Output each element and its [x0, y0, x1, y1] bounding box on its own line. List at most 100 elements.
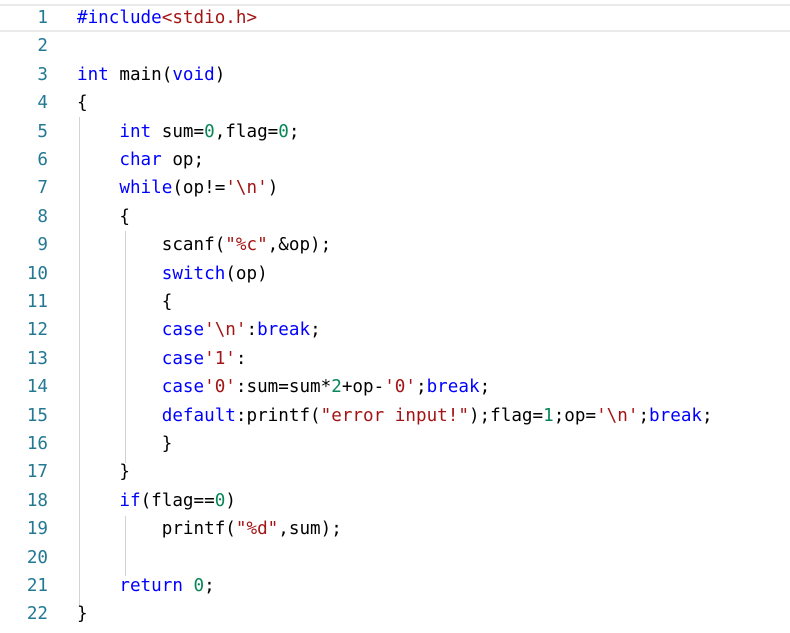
- code-text: case'\n':break;: [77, 316, 321, 344]
- code-text: case'1':: [77, 345, 247, 373]
- code-text: char op;: [77, 146, 204, 174]
- code-line[interactable]: 21 return 0;: [0, 572, 790, 600]
- code-token: scanf(: [77, 235, 226, 256]
- code-token: :sum=sum*: [235, 377, 332, 398]
- code-token: ;: [310, 320, 321, 341]
- line-number: 6: [37, 150, 48, 170]
- code-token: break: [257, 320, 311, 341]
- code-token: (op!=: [172, 178, 226, 199]
- code-token: 0: [278, 121, 289, 142]
- code-line[interactable]: 14 case'0':sum=sum*2+op-'0';break;: [0, 373, 790, 401]
- code-line[interactable]: 15 default:printf("error input!");flag=1…: [0, 402, 790, 430]
- code-text: if(flag==0): [77, 487, 236, 515]
- code-line[interactable]: 22}: [0, 600, 790, 628]
- code-token: :: [246, 320, 258, 341]
- line-number: 3: [37, 64, 48, 85]
- code-text: int sum=0,flag=0;: [77, 118, 299, 146]
- code-token: case: [161, 377, 205, 398]
- code-token: (flag==: [140, 490, 215, 511]
- code-token: ;op=: [553, 405, 597, 426]
- code-token: op;: [161, 150, 205, 170]
- code-token: }: [77, 604, 88, 625]
- line-number: 15: [26, 405, 48, 426]
- code-token: <stdio.h>: [161, 8, 258, 28]
- line-number: 19: [26, 519, 48, 540]
- code-token: "error input!": [320, 405, 469, 426]
- code-text: {: [77, 203, 130, 231]
- code-line[interactable]: 16 }: [0, 430, 790, 458]
- code-text: default:printf("error input!");flag=1;op…: [77, 402, 713, 430]
- code-token: :: [235, 348, 247, 369]
- code-token: '0': [204, 377, 236, 398]
- line-number: 20: [26, 547, 48, 568]
- code-line[interactable]: 10 switch(op): [0, 260, 790, 288]
- code-token: :printf(: [235, 405, 321, 426]
- code-line[interactable]: 9 scanf("%c",&op);: [0, 231, 790, 259]
- line-number: 13: [26, 348, 48, 369]
- code-text: case'0':sum=sum*2+op-'0';break;: [77, 373, 490, 401]
- code-token: 1: [543, 405, 554, 426]
- code-text: }: [77, 430, 173, 458]
- code-text: {: [77, 288, 173, 316]
- code-line[interactable]: 18 if(flag==0): [0, 487, 790, 515]
- line-number: 21: [26, 576, 48, 596]
- line-number: 16: [26, 434, 48, 454]
- code-token: if: [119, 490, 141, 511]
- code-token: break: [426, 377, 480, 398]
- code-token: }: [77, 434, 173, 454]
- code-token: ,flag=: [214, 121, 279, 142]
- code-line[interactable]: 3 int main(void): [0, 61, 790, 89]
- code-token: case: [161, 320, 205, 341]
- code-token: ;: [638, 405, 650, 426]
- code-line[interactable]: 19 printf("%d",sum);: [0, 515, 790, 543]
- line-number: 7: [37, 178, 48, 199]
- code-token: int: [77, 64, 109, 85]
- code-editor[interactable]: 1 #include<stdio.h> 2 3 int main(void) 4{5 in…: [0, 0, 790, 633]
- code-token: printf(: [77, 519, 236, 540]
- code-token: main(: [108, 64, 173, 85]
- code-line[interactable]: 13 case'1':: [0, 345, 790, 373]
- line-number: 12: [26, 320, 48, 341]
- code-text: printf("%d",sum);: [77, 515, 342, 543]
- code-token: (op): [225, 263, 268, 284]
- line-number: 11: [26, 292, 48, 312]
- code-line[interactable]: 7 while(op!='\n'): [0, 174, 790, 202]
- code-token: "%d": [235, 519, 279, 540]
- line-number: 18: [26, 490, 48, 511]
- code-token: '\n': [225, 178, 268, 199]
- code-line[interactable]: 8 {: [0, 203, 790, 231]
- code-line[interactable]: 5 int sum=0,flag=0;: [0, 118, 790, 146]
- line-number: 10: [26, 263, 48, 284]
- code-line[interactable]: 4{: [0, 89, 790, 117]
- code-token: void: [172, 64, 215, 85]
- code-line-current[interactable]: 1 #include<stdio.h>: [0, 4, 790, 32]
- code-token: break: [649, 405, 703, 426]
- code-token: '0': [384, 377, 416, 398]
- code-text: #include<stdio.h>: [77, 6, 257, 30]
- code-token: }: [77, 462, 130, 483]
- line-number: 2: [37, 36, 48, 57]
- code-line[interactable]: 11 {: [0, 288, 790, 316]
- code-token: {: [77, 206, 130, 227]
- code-token: while: [119, 178, 173, 199]
- code-token: +op-: [341, 377, 385, 398]
- code-token: ;: [204, 576, 215, 596]
- code-text: }: [77, 600, 88, 628]
- code-token: case: [161, 348, 205, 369]
- code-line[interactable]: 12 case'\n':break;: [0, 316, 790, 344]
- code-text: switch(op): [77, 260, 268, 288]
- code-line[interactable]: 17 }: [0, 458, 790, 486]
- code-line[interactable]: 6 char op;: [0, 146, 790, 174]
- code-token: default: [161, 405, 236, 426]
- code-line[interactable]: 2: [0, 32, 790, 60]
- code-line[interactable]: 20: [0, 544, 790, 572]
- code-token: 0: [193, 576, 205, 596]
